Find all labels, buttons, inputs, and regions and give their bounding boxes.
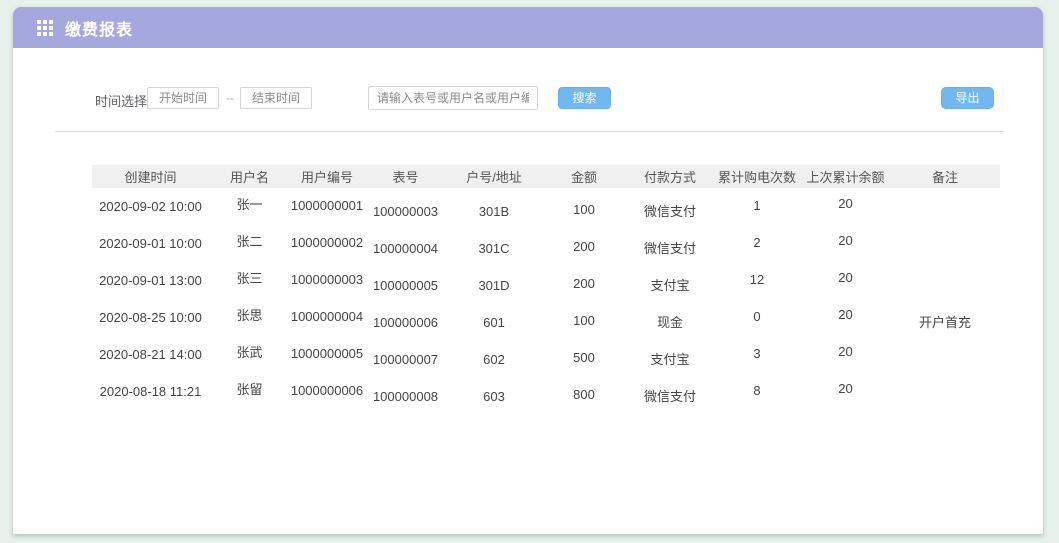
table-cell: 20 bbox=[801, 296, 890, 333]
column-header: 创建时间 bbox=[92, 165, 209, 188]
table-cell: 8 bbox=[713, 372, 801, 409]
start-time-input[interactable] bbox=[147, 87, 219, 109]
export-button[interactable]: 导出 bbox=[941, 87, 994, 109]
table-cell: 2020-08-21 14:00 bbox=[92, 336, 209, 373]
table-cell: 100000008 bbox=[364, 378, 447, 415]
table-cell: 20 bbox=[801, 222, 890, 259]
table-row: 2020-08-21 14:00张武1000000005100000007602… bbox=[92, 336, 1000, 373]
table-cell: 603 bbox=[447, 378, 541, 415]
table-cell: 301C bbox=[447, 230, 541, 267]
column-header: 付款方式 bbox=[627, 165, 713, 188]
table-cell bbox=[890, 377, 1000, 414]
table-cell: 20 bbox=[801, 370, 890, 407]
table-cell: 1 bbox=[713, 187, 801, 224]
table-cell: 800 bbox=[541, 376, 627, 413]
table-cell bbox=[890, 192, 1000, 229]
report-card: 缴费报表 时间选择 -- 搜索 导出 创建时间用户名用户编号表号户号/地址金额付… bbox=[13, 7, 1043, 534]
table-cell: 2020-08-25 10:00 bbox=[92, 299, 209, 336]
table-cell: 601 bbox=[447, 304, 541, 341]
table-cell: 微信支付 bbox=[627, 377, 713, 414]
table-cell: 2020-09-01 13:00 bbox=[92, 262, 209, 299]
report-table: 创建时间用户名用户编号表号户号/地址金额付款方式累计购电次数上次累计余额备注 2… bbox=[92, 165, 1000, 410]
table-cell: 301B bbox=[447, 193, 541, 230]
table-cell: 2020-09-02 10:00 bbox=[92, 188, 209, 225]
table-cell: 1000000005 bbox=[290, 335, 364, 372]
table-cell: 1000000001 bbox=[290, 187, 364, 224]
table-cell: 张留 bbox=[209, 370, 290, 407]
table-cell: 500 bbox=[541, 339, 627, 376]
table-cell: 支付宝 bbox=[627, 266, 713, 303]
table-cell: 602 bbox=[447, 341, 541, 378]
table-cell: 张武 bbox=[209, 333, 290, 370]
table-cell: 3 bbox=[713, 335, 801, 372]
table-row: 2020-08-25 10:00张思1000000004100000006601… bbox=[92, 299, 1000, 336]
date-range-separator: -- bbox=[223, 91, 237, 105]
table-cell: 12 bbox=[713, 261, 801, 298]
table-cell: 1000000004 bbox=[290, 298, 364, 335]
column-header: 金额 bbox=[541, 165, 627, 188]
table-cell: 100 bbox=[541, 302, 627, 339]
grid-icon bbox=[37, 20, 53, 36]
table-cell: 100000007 bbox=[364, 341, 447, 378]
table-cell: 100000006 bbox=[364, 304, 447, 341]
column-header: 表号 bbox=[364, 165, 447, 188]
table-cell: 0 bbox=[713, 298, 801, 335]
table-row: 2020-08-18 11:21张留1000000006100000008603… bbox=[92, 373, 1000, 410]
table-cell: 20 bbox=[801, 259, 890, 296]
table-cell bbox=[890, 229, 1000, 266]
table-cell: 微信支付 bbox=[627, 229, 713, 266]
table-cell: 1000000003 bbox=[290, 261, 364, 298]
table-body: 2020-09-02 10:00张一1000000001100000003301… bbox=[92, 188, 1000, 410]
table-cell: 100000005 bbox=[364, 267, 447, 304]
table-cell: 支付宝 bbox=[627, 340, 713, 377]
report-table-container: 创建时间用户名用户编号表号户号/地址金额付款方式累计购电次数上次累计余额备注 2… bbox=[92, 165, 1000, 410]
table-cell: 开户首充 bbox=[890, 303, 1000, 340]
table-row: 2020-09-01 13:00张三1000000003100000005301… bbox=[92, 262, 1000, 299]
table-cell bbox=[890, 266, 1000, 303]
column-header: 备注 bbox=[890, 165, 1000, 188]
table-cell: 2 bbox=[713, 224, 801, 261]
table-cell: 2020-08-18 11:21 bbox=[92, 373, 209, 410]
table-cell: 张思 bbox=[209, 296, 290, 333]
table-cell: 100 bbox=[541, 191, 627, 228]
search-input[interactable] bbox=[368, 86, 538, 110]
column-header: 累计购电次数 bbox=[713, 165, 801, 188]
filter-divider bbox=[55, 131, 1003, 132]
table-cell: 20 bbox=[801, 333, 890, 370]
table-cell: 200 bbox=[541, 228, 627, 265]
column-header: 用户编号 bbox=[290, 165, 364, 188]
table-cell: 张二 bbox=[209, 222, 290, 259]
table-cell: 1000000006 bbox=[290, 372, 364, 409]
time-select-label: 时间选择 bbox=[95, 91, 147, 110]
table-cell: 2020-09-01 10:00 bbox=[92, 225, 209, 262]
end-time-input[interactable] bbox=[240, 87, 312, 109]
table-row: 2020-09-01 10:00张二1000000002100000004301… bbox=[92, 225, 1000, 262]
table-cell bbox=[890, 340, 1000, 377]
table-cell: 301D bbox=[447, 267, 541, 304]
table-cell: 微信支付 bbox=[627, 192, 713, 229]
table-row: 2020-09-02 10:00张一1000000001100000003301… bbox=[92, 188, 1000, 225]
table-cell: 张一 bbox=[209, 185, 290, 222]
page-title: 缴费报表 bbox=[65, 16, 133, 40]
table-cell: 20 bbox=[801, 185, 890, 222]
title-bar: 缴费报表 bbox=[13, 7, 1043, 48]
table-cell: 100000003 bbox=[364, 193, 447, 230]
table-cell: 张三 bbox=[209, 259, 290, 296]
table-cell: 100000004 bbox=[364, 230, 447, 267]
table-cell: 现金 bbox=[627, 303, 713, 340]
filter-bar: 时间选择 -- 搜索 导出 bbox=[13, 48, 1043, 131]
table-cell: 200 bbox=[541, 265, 627, 302]
table-cell: 1000000002 bbox=[290, 224, 364, 261]
column-header: 户号/地址 bbox=[447, 165, 541, 188]
search-button[interactable]: 搜索 bbox=[558, 87, 611, 109]
